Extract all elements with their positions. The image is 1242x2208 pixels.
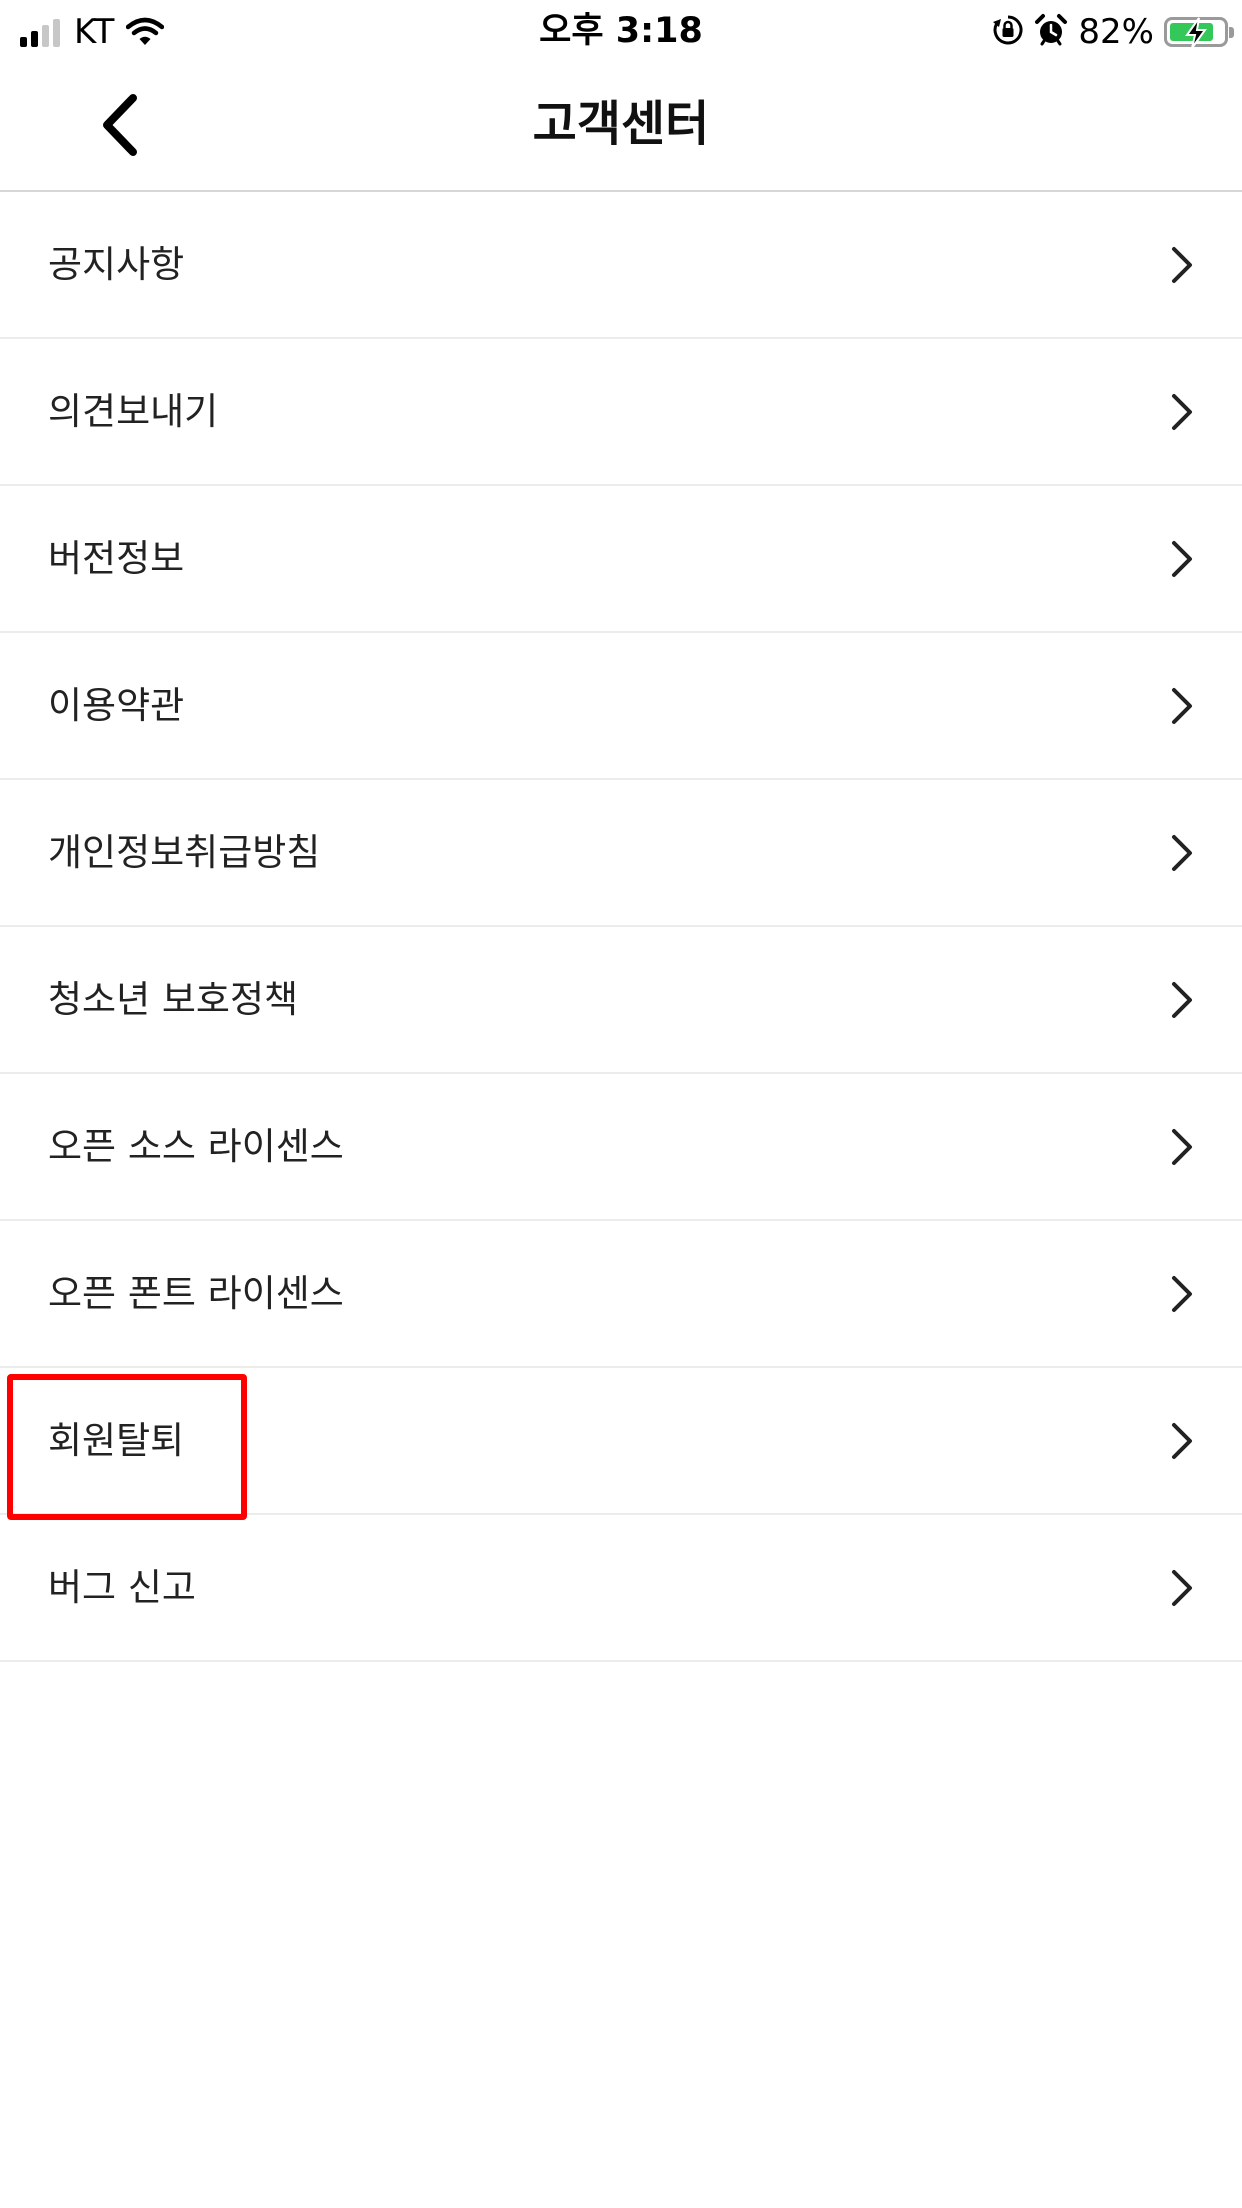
menu-item-open-font-license[interactable]: 오픈 폰트 라이센스	[0, 1221, 1242, 1368]
menu-item-youth-protection[interactable]: 청소년 보호정책	[0, 927, 1242, 1074]
customer-center-menu: 공지사항 의견보내기 버전정보 이용약관 개인정보취급방침 청소년 보호정책 오…	[0, 192, 1242, 1662]
menu-item-label: 오픈 소스 라이센스	[48, 1125, 344, 1168]
battery-percent: 82%	[1078, 12, 1154, 52]
navigation-bar: 고객센터	[0, 62, 1242, 192]
menu-item-label: 개인정보취급방침	[48, 831, 321, 874]
chevron-right-icon	[1172, 1422, 1192, 1459]
menu-item-label: 청소년 보호정책	[48, 978, 299, 1021]
chevron-right-icon	[1172, 1569, 1192, 1606]
menu-item-open-source-license[interactable]: 오픈 소스 라이센스	[0, 1074, 1242, 1221]
menu-item-privacy-policy[interactable]: 개인정보취급방침	[0, 780, 1242, 927]
menu-item-label: 버전정보	[48, 537, 185, 580]
menu-item-label: 이용약관	[48, 684, 185, 727]
menu-item-bug-report[interactable]: 버그 신고	[0, 1515, 1242, 1662]
menu-item-label: 의견보내기	[48, 390, 219, 433]
chevron-right-icon	[1172, 1128, 1192, 1165]
menu-item-label: 오픈 폰트 라이센스	[48, 1272, 344, 1315]
alarm-icon	[1034, 13, 1068, 51]
chevron-right-icon	[1172, 540, 1192, 577]
menu-item-version-info[interactable]: 버전정보	[0, 486, 1242, 633]
menu-item-feedback[interactable]: 의견보내기	[0, 339, 1242, 486]
chevron-right-icon	[1172, 687, 1192, 724]
chevron-right-icon	[1172, 834, 1192, 871]
menu-item-label: 회원탈퇴	[48, 1419, 185, 1462]
chevron-right-icon	[1172, 246, 1192, 283]
chevron-right-icon	[1172, 1275, 1192, 1312]
page-title: 고객센터	[532, 96, 710, 152]
menu-item-label: 버그 신고	[48, 1566, 196, 1609]
menu-item-notice[interactable]: 공지사항	[0, 192, 1242, 339]
chevron-right-icon	[1172, 393, 1192, 430]
rotation-lock-icon	[992, 14, 1024, 50]
menu-item-withdraw-membership[interactable]: 회원탈퇴	[0, 1368, 1242, 1515]
chevron-right-icon	[1172, 981, 1192, 1018]
status-right: 82%	[992, 8, 1234, 56]
menu-item-label: 공지사항	[48, 243, 185, 286]
status-bar: KT 오후 3:18 82%	[0, 0, 1242, 62]
charging-bolt-icon	[1185, 17, 1207, 49]
battery-icon	[1164, 17, 1234, 49]
menu-item-terms[interactable]: 이용약관	[0, 633, 1242, 780]
